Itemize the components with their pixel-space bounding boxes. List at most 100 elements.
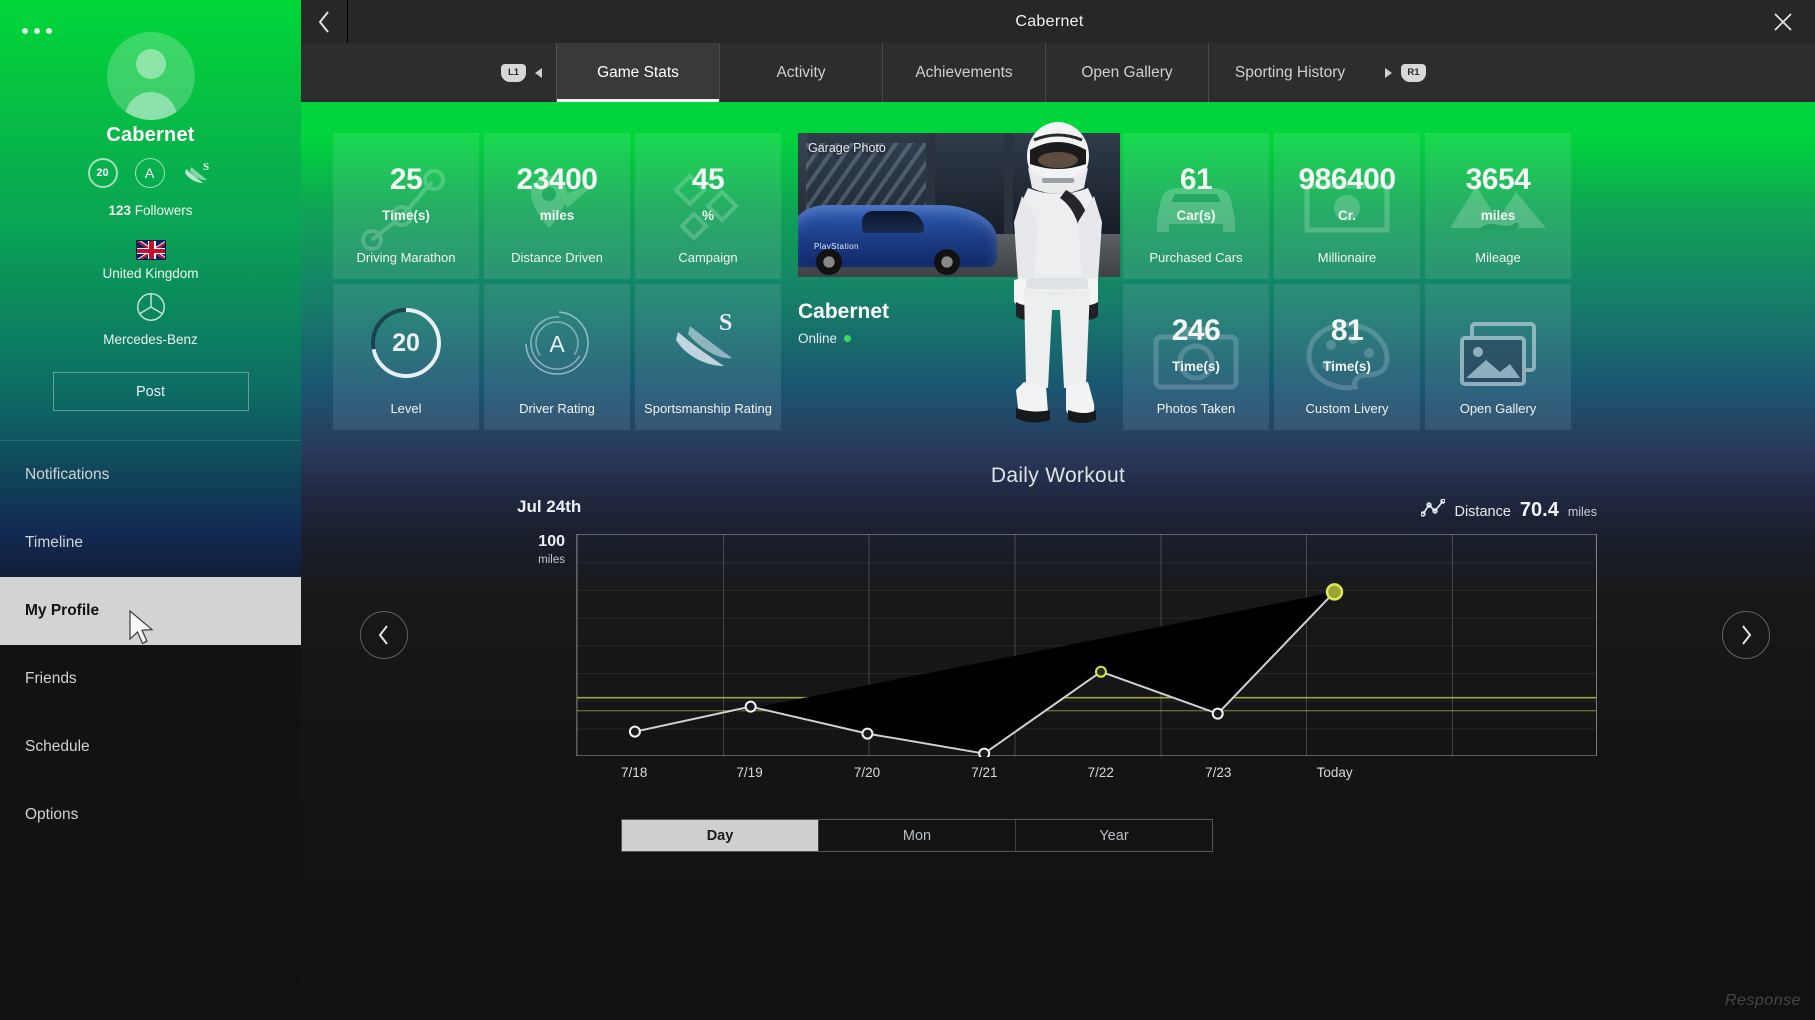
x-tick-label: 7/19	[736, 765, 762, 780]
tile-unit: miles	[540, 208, 575, 223]
x-axis-labels: 7/18 7/19 7/20 7/21 7/22 7/23 Today	[576, 765, 1597, 785]
app-root: Cabernet 20 A S 123 Followers	[0, 0, 1815, 1020]
sidebar-item-friends[interactable]: Friends	[0, 645, 301, 713]
chevron-left-circle-icon[interactable]	[360, 611, 408, 659]
chart-plot-area	[576, 534, 1597, 756]
tile-open-gallery[interactable]: Open Gallery	[1425, 284, 1571, 430]
tile-label: Level	[333, 401, 479, 417]
left-bumper-hint[interactable]: L1	[501, 64, 556, 82]
tile-value: 20	[369, 306, 443, 380]
mercedes-benz-logo-icon	[0, 292, 301, 322]
tile-label: Driving Marathon	[333, 250, 479, 266]
x-tick-label: 7/21	[971, 765, 997, 780]
tile-unit: Time(s)	[1323, 359, 1371, 374]
driver-rating-icon: A	[520, 306, 594, 380]
sidebar-item-notifications[interactable]: Notifications	[0, 441, 301, 509]
range-option-day[interactable]: Day	[622, 820, 818, 851]
x-tick-label: Today	[1317, 765, 1353, 780]
more-options-icon[interactable]	[22, 28, 52, 34]
tile-mileage[interactable]: 3654 miles Mileage	[1425, 133, 1571, 279]
tab-activity[interactable]: Activity	[719, 43, 882, 102]
svg-text:S: S	[719, 310, 732, 336]
tile-purchased-cars[interactable]: 61 Car(s) Purchased Cars	[1123, 133, 1269, 279]
sportsmanship-icon: S	[182, 158, 214, 188]
range-option-year[interactable]: Year	[1015, 820, 1212, 851]
badge-row: 20 A S	[0, 158, 301, 188]
tile-label: Custom Livery	[1274, 401, 1420, 417]
tile-unit: Time(s)	[382, 208, 430, 223]
tile-distance-driven[interactable]: 23400 miles Distance Driven	[484, 133, 630, 279]
tile-label: Open Gallery	[1425, 401, 1571, 417]
level-badge: 20	[88, 158, 118, 188]
online-indicator-icon	[844, 335, 851, 342]
status-text: Online	[798, 331, 837, 346]
driver-avatar-figure	[994, 120, 1122, 440]
tile-value: 45	[692, 165, 724, 195]
x-tick-label: 7/18	[621, 765, 647, 780]
tile-millionaire[interactable]: 986400 Cr. Millionaire	[1274, 133, 1420, 279]
tile-label: Driver Rating	[484, 401, 630, 417]
tile-unit: %	[702, 208, 714, 223]
showcase-player-name: Cabernet	[798, 300, 889, 324]
l1-button-icon: L1	[501, 64, 526, 82]
sidebar-item-schedule[interactable]: Schedule	[0, 713, 301, 781]
united-kingdom-flag-icon	[136, 240, 166, 260]
gallery-images-icon	[1452, 316, 1544, 398]
tab-achievements[interactable]: Achievements	[882, 43, 1045, 102]
driver-rating-badge: A	[135, 158, 165, 188]
tile-label: Distance Driven	[484, 250, 630, 266]
tile-value: 986400	[1298, 165, 1395, 195]
tile-value: 81	[1331, 316, 1363, 346]
daily-workout-chart: Jul 24th Distance 70.4 miles 100 miles	[517, 497, 1597, 797]
tile-unit: miles	[1481, 208, 1516, 223]
tile-unit: Time(s)	[1172, 359, 1220, 374]
tile-value: 23400	[517, 165, 598, 195]
tile-driver-rating[interactable]: A Driver Rating	[484, 284, 630, 430]
tile-driving-marathon[interactable]: 25 Time(s) Driving Marathon	[333, 133, 479, 279]
sidebar-item-options[interactable]: Options	[0, 781, 301, 849]
sidebar-nav: Notifications Timeline My Profile Friend…	[0, 440, 301, 849]
tile-photos-taken[interactable]: 246 Time(s) Photos Taken	[1123, 284, 1269, 430]
tab-sporting-history[interactable]: Sporting History	[1208, 43, 1371, 102]
line-chart-icon	[1421, 499, 1445, 522]
status-badge: Online	[798, 331, 851, 346]
right-bumper-hint[interactable]: R1	[1371, 64, 1426, 82]
tile-label: Campaign	[635, 250, 781, 266]
close-icon[interactable]	[1751, 0, 1815, 43]
sportsmanship-icon: S	[672, 310, 744, 377]
tile-unit: Car(s)	[1176, 208, 1215, 223]
chevron-right-circle-icon[interactable]	[1722, 611, 1770, 659]
tile-unit: Cr.	[1338, 208, 1356, 223]
followers-number: 123	[108, 203, 131, 218]
brand-label: Mercedes-Benz	[0, 332, 301, 347]
tile-custom-livery[interactable]: 81 Time(s) Custom Livery	[1274, 284, 1420, 430]
x-tick-label: 7/20	[854, 765, 880, 780]
window-titlebar: Cabernet	[301, 0, 1815, 43]
sidebar-item-timeline[interactable]: Timeline	[0, 509, 301, 577]
tile-campaign[interactable]: 45 % Campaign	[635, 133, 781, 279]
range-option-month[interactable]: Mon	[818, 820, 1015, 851]
y-axis-max-label: 100	[517, 533, 565, 551]
post-button[interactable]: Post	[53, 372, 249, 411]
r1-button-icon: R1	[1401, 64, 1426, 82]
range-toggle: Day Mon Year	[621, 819, 1213, 852]
svg-text:A: A	[549, 331, 565, 357]
tabbar-spacer	[301, 43, 501, 102]
svg-text:S: S	[203, 161, 209, 173]
sidebar-item-my-profile[interactable]: My Profile	[0, 577, 301, 645]
user-avatar-icon[interactable]	[107, 32, 195, 120]
tile-label: Mileage	[1425, 250, 1571, 266]
x-tick-label: 7/22	[1088, 765, 1114, 780]
tab-game-stats[interactable]: Game Stats	[556, 43, 719, 102]
tile-level[interactable]: 20 Level	[333, 284, 479, 430]
chart-date-label: Jul 24th	[517, 497, 581, 517]
chart-series-svg	[577, 535, 1596, 757]
followers-label: Followers	[135, 203, 193, 218]
flag-wrapper	[0, 240, 301, 260]
tab-open-gallery[interactable]: Open Gallery	[1045, 43, 1208, 102]
tab-bar: L1 Game Stats Activity Achievements Open…	[301, 43, 1815, 102]
page-title: Cabernet	[348, 13, 1751, 31]
chevron-left-icon[interactable]	[301, 0, 348, 43]
tile-sportsmanship-rating[interactable]: S Sportsmanship Rating	[635, 284, 781, 430]
tile-value: 3654	[1466, 165, 1531, 195]
